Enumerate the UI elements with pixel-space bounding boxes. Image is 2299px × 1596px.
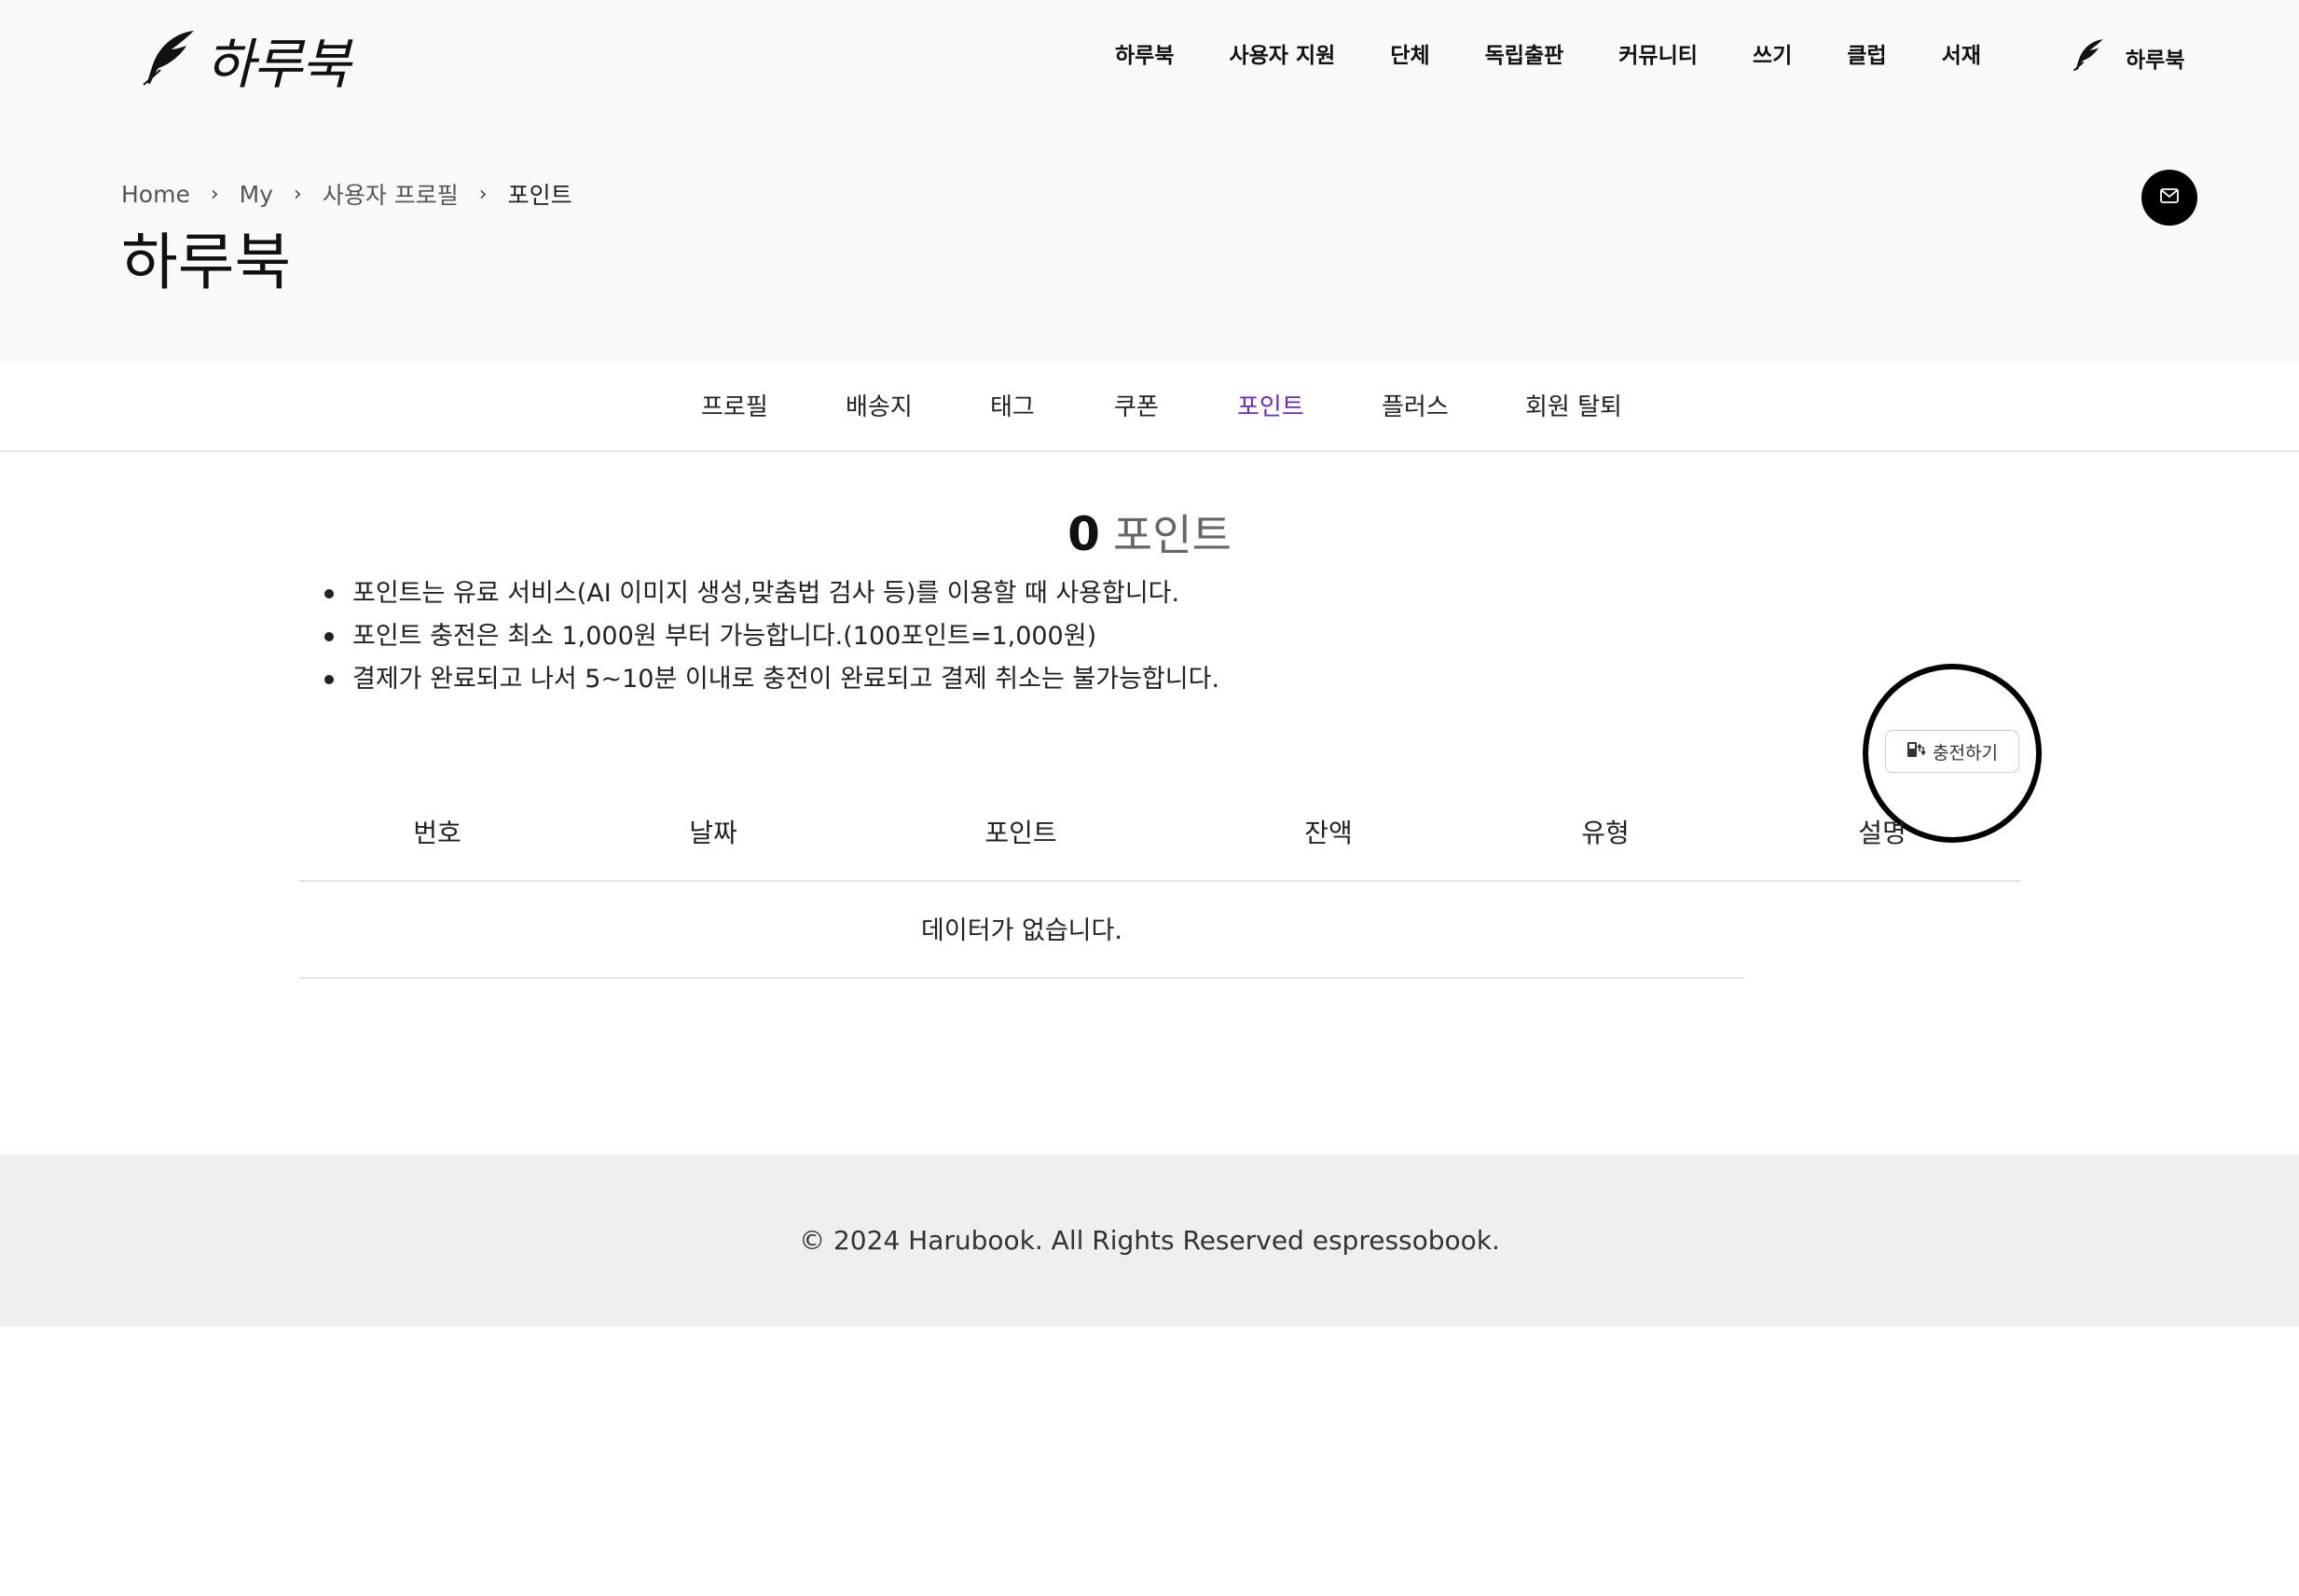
points-unit: 포인트 — [1112, 510, 1232, 560]
points-history-table: 번호 날짜 포인트 잔액 유형 설명 데이터가 없습니다. — [299, 792, 2020, 979]
list-item: 포인트는 유료 서비스(AI 이미지 생성,맞춤법 검사 등)를 이용할 때 사… — [324, 572, 1219, 615]
nav-item-indie-publishing[interactable]: 독립출판 — [1485, 37, 1564, 69]
user-name: 하루북 — [2126, 48, 2185, 73]
tab-plus[interactable]: 플러스 — [1382, 388, 1449, 422]
breadcrumb-user-profile[interactable]: 사용자 프로필 — [323, 177, 459, 211]
bullet-icon — [324, 589, 334, 598]
charge-button-label: 충전하기 — [1933, 742, 1998, 764]
nav-item-community[interactable]: 커뮤니티 — [1618, 37, 1698, 69]
chevron-right-icon: › — [210, 182, 219, 206]
column-header-description: 설명 — [1858, 818, 1907, 848]
bullet-icon — [324, 675, 334, 684]
tab-points[interactable]: 포인트 — [1237, 388, 1304, 422]
column-header-balance: 잔액 — [1304, 818, 1353, 848]
table-header: 번호 날짜 포인트 잔액 유형 설명 — [299, 792, 2020, 882]
points-value: 0 — [1067, 507, 1100, 561]
column-header-type: 유형 — [1581, 818, 1630, 848]
footer: © 2024 Harubook. All Rights Reserved esp… — [0, 1154, 2299, 1327]
list-item: 결제가 완료되고 나서 5~10분 이내로 충전이 완료되고 결제 취소는 불가… — [324, 658, 1219, 701]
tab-shipping[interactable]: 배송지 — [846, 388, 913, 422]
mail-icon — [2160, 188, 2179, 207]
user-menu[interactable]: 하루북 — [2072, 37, 2184, 78]
feather-icon — [140, 27, 198, 92]
breadcrumb-points: 포인트 — [507, 182, 572, 209]
bullet-icon — [324, 632, 334, 641]
tab-withdraw[interactable]: 회원 탈퇴 — [1525, 388, 1622, 422]
main-nav: 하루북 사용자 지원 단체 독립출판 커뮤니티 쓰기 클럽 서재 — [1115, 37, 2036, 69]
charge-button[interactable]: 충전하기 — [1885, 730, 2019, 773]
nav-item-club[interactable]: 클럽 — [1847, 37, 1886, 69]
nav-item-library[interactable]: 서재 — [1942, 37, 1981, 69]
breadcrumb: Home › My › 사용자 프로필 › 포인트 — [121, 177, 572, 211]
user-avatar-feather-icon — [2072, 37, 2105, 78]
logo-text: 하루북 — [205, 33, 351, 96]
charge-icon — [1907, 740, 1927, 764]
column-header-number: 번호 — [413, 818, 461, 848]
nav-item-support[interactable]: 사용자 지원 — [1229, 37, 1335, 69]
profile-tabs: 프로필 배송지 태그 쿠폰 포인트 플러스 회원 탈퇴 — [0, 362, 2299, 452]
breadcrumb-my[interactable]: My — [240, 181, 273, 208]
page-header: 하루북 하루북 사용자 지원 단체 독립출판 커뮤니티 쓰기 클럽 서재 하루북… — [0, 0, 2299, 362]
points-info-list: 포인트는 유료 서비스(AI 이미지 생성,맞춤법 검사 등)를 이용할 때 사… — [324, 572, 1219, 701]
chevron-right-icon: › — [294, 182, 302, 206]
tab-profile[interactable]: 프로필 — [701, 388, 768, 422]
tab-coupons[interactable]: 쿠폰 — [1114, 388, 1159, 422]
nav-item-write[interactable]: 쓰기 — [1753, 37, 1792, 69]
column-header-points: 포인트 — [984, 818, 1057, 848]
tab-tags[interactable]: 태그 — [990, 388, 1035, 422]
page-title: 하루북 — [121, 227, 292, 298]
table-row: 데이터가 없습니다. — [299, 882, 1744, 979]
points-balance: 0 포인트 — [0, 502, 2299, 563]
chevron-right-icon: › — [478, 182, 488, 206]
nav-item-groups[interactable]: 단체 — [1390, 37, 1429, 69]
mail-button[interactable] — [2141, 170, 2197, 226]
breadcrumb-home[interactable]: Home — [121, 181, 190, 208]
list-item: 포인트 충전은 최소 1,000원 부터 가능합니다.(100포인트=1,000… — [324, 615, 1219, 658]
column-header-date: 날짜 — [689, 818, 737, 848]
site-logo[interactable]: 하루북 — [140, 21, 351, 99]
footer-copyright: © 2024 Harubook. All Rights Reserved esp… — [799, 1225, 1500, 1256]
nav-item-haru[interactable]: 하루북 — [1115, 37, 1174, 69]
empty-message: 데이터가 없습니다. — [921, 916, 1122, 945]
